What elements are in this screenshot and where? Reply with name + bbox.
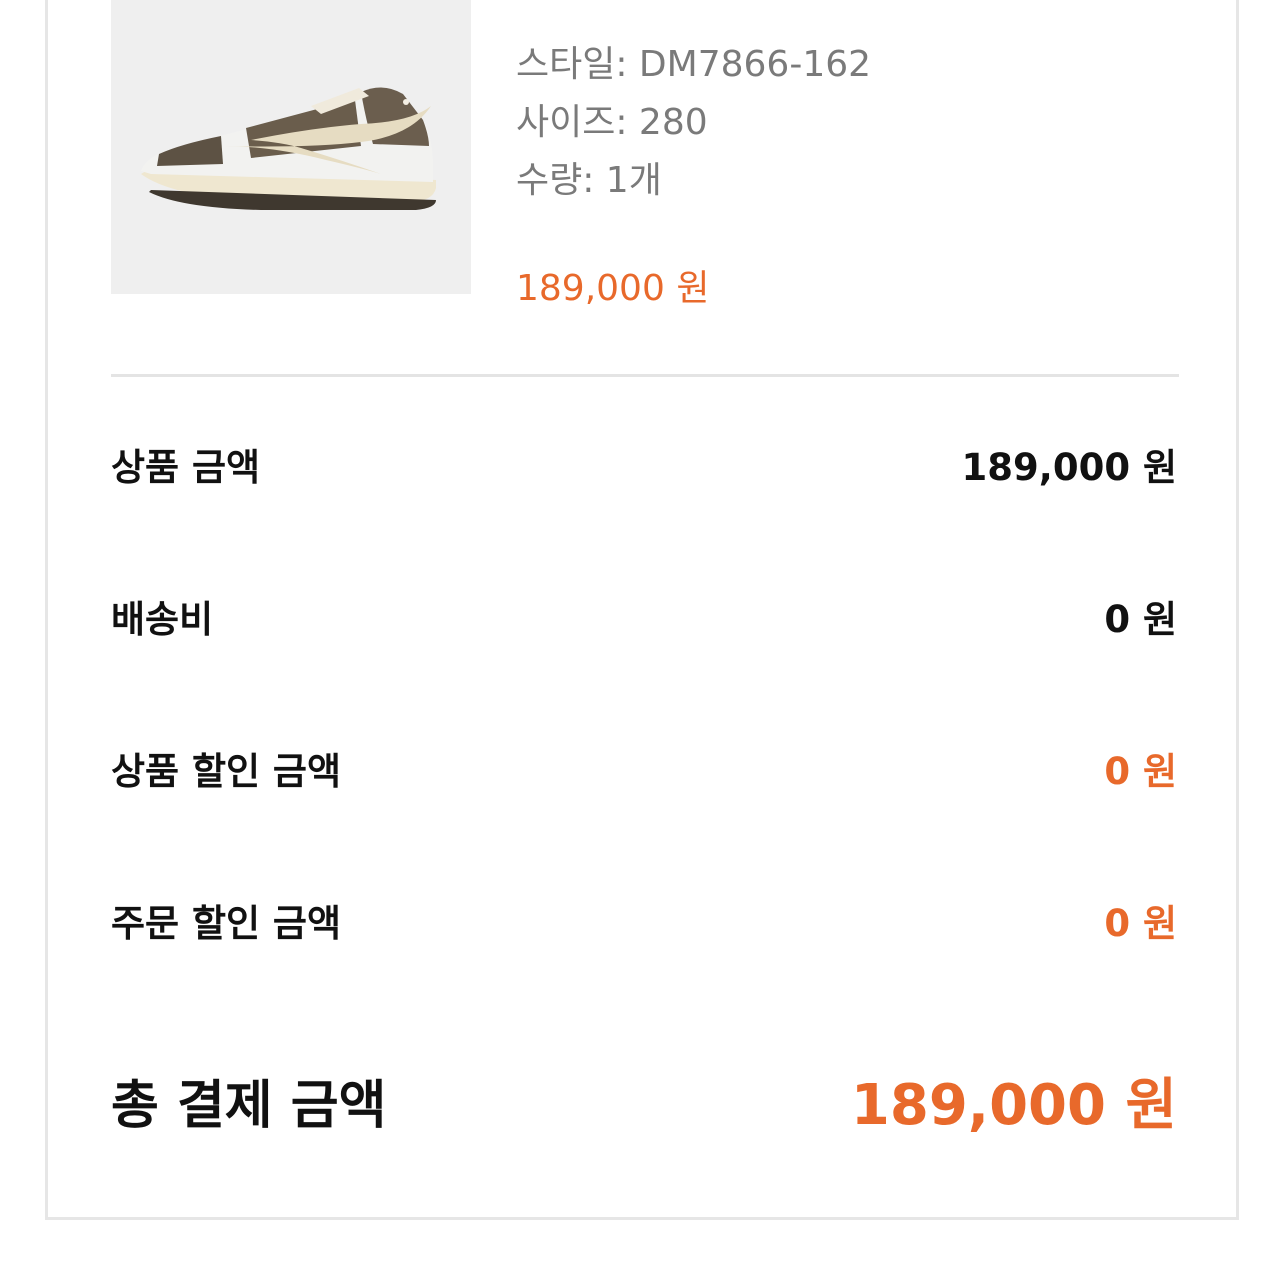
product-amount-label: 상품 금액 xyxy=(111,446,261,489)
product-discount-label: 상품 할인 금액 xyxy=(111,750,342,793)
summary-row-order-discount: 주문 할인 금액 0 원 xyxy=(111,890,1177,950)
summary-row-product-amount: 상품 금액 189,000 원 xyxy=(111,434,1177,494)
total-value: 189,000 원 xyxy=(850,1072,1177,1138)
divider xyxy=(111,374,1179,377)
product-style: 스타일: DM7866-162 xyxy=(516,44,872,85)
sneaker-icon xyxy=(141,87,436,210)
total-label: 총 결제 금액 xyxy=(111,1075,387,1136)
product-discount-value: 0 원 xyxy=(1104,750,1177,793)
order-discount-value: 0 원 xyxy=(1104,902,1177,945)
product-quantity: 수량: 1개 xyxy=(516,160,662,201)
shipping-value: 0 원 xyxy=(1104,598,1177,641)
product-size: 사이즈: 280 xyxy=(516,102,708,143)
product-image[interactable] xyxy=(111,0,471,294)
product-details: 스타일: DM7866-162 사이즈: 280 수량: 1개 xyxy=(516,36,871,210)
summary-row-total: 총 결제 금액 189,000 원 xyxy=(111,1060,1177,1140)
order-summary-card: 스타일: DM7866-162 사이즈: 280 수량: 1개 189,000 … xyxy=(45,0,1239,1220)
product-price: 189,000 원 xyxy=(516,268,710,309)
product-amount-value: 189,000 원 xyxy=(961,446,1177,489)
summary-row-shipping: 배송비 0 원 xyxy=(111,586,1177,646)
shipping-label: 배송비 xyxy=(111,598,214,641)
order-discount-label: 주문 할인 금액 xyxy=(111,902,342,945)
summary-row-product-discount: 상품 할인 금액 0 원 xyxy=(111,738,1177,798)
